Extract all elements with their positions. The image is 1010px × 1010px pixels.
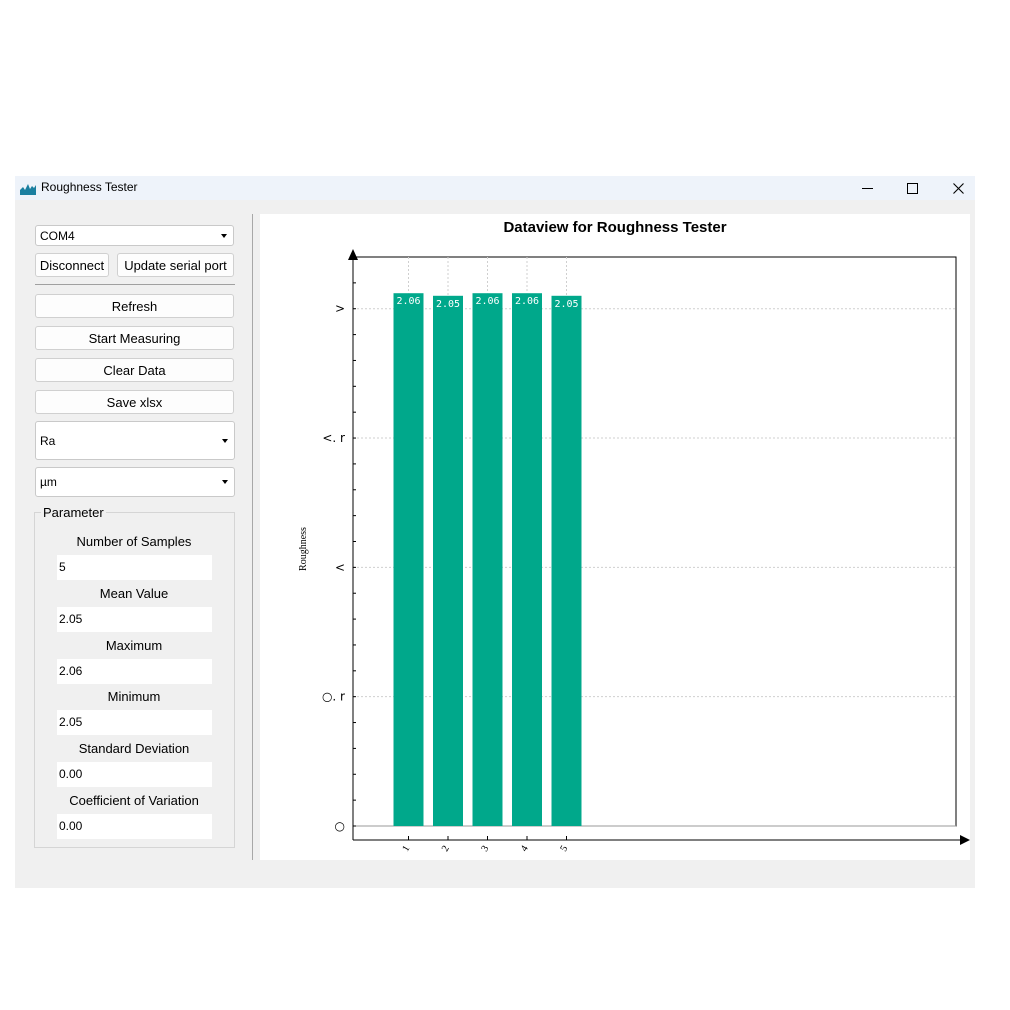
unit-select-value: µm	[40, 475, 57, 489]
maximize-icon	[906, 182, 918, 194]
x-tick-label: 1	[400, 844, 412, 854]
minimum-field[interactable]: 2.05	[57, 710, 212, 735]
splitter[interactable]	[252, 214, 253, 860]
start-measuring-button[interactable]: Start Measuring	[35, 326, 234, 350]
y-tick-label: ○. r	[322, 690, 345, 704]
bar-value-label: 2.05	[554, 299, 578, 310]
save-xlsx-button[interactable]: Save xlsx	[35, 390, 234, 414]
y-tick-label: ○	[335, 819, 345, 833]
minimize-button[interactable]	[844, 176, 890, 200]
minimum-label: Minimum	[107, 689, 161, 704]
separator	[35, 284, 235, 285]
bar-value-label: 2.06	[475, 296, 499, 307]
y-tick-label: <	[335, 560, 345, 574]
maximum-field[interactable]: 2.06	[57, 659, 212, 684]
samples-label: Number of Samples	[76, 534, 192, 549]
unit-select[interactable]: µm	[35, 467, 235, 497]
close-button[interactable]	[935, 176, 981, 200]
cv-field[interactable]: 0.00	[57, 814, 212, 839]
bar	[472, 293, 503, 826]
x-axis-arrow	[960, 835, 970, 845]
y-tick-label: >	[335, 302, 345, 316]
bar-value-label: 2.06	[396, 296, 420, 307]
app-window: Roughness Tester COM4 Disconnect Update …	[15, 176, 975, 888]
clear-data-button[interactable]: Clear Data	[35, 358, 234, 382]
parameter-select-value: Ra	[40, 433, 56, 448]
y-axis-arrow	[348, 249, 358, 260]
title-bar: Roughness Tester	[15, 176, 975, 200]
chart-panel: Dataview for Roughness Tester Roughness …	[260, 214, 970, 860]
update-serial-port-button[interactable]: Update serial port	[117, 253, 234, 277]
bar-chart: Dataview for Roughness Tester Roughness …	[298, 219, 970, 854]
chart-app-icon	[20, 184, 36, 195]
control-panel: COM4 Disconnect Update serial port Refre…	[15, 200, 250, 888]
bar	[512, 293, 542, 826]
maximize-button[interactable]	[889, 176, 935, 200]
chevron-down-icon	[222, 480, 228, 484]
bar	[393, 293, 424, 826]
std-dev-field[interactable]: 0.00	[57, 762, 212, 787]
window-title: Roughness Tester	[41, 180, 138, 194]
x-tick-label: 2	[440, 844, 452, 854]
y-axis-label: Roughness	[298, 527, 309, 571]
x-tick-label: 3	[479, 844, 491, 854]
serial-port-value: COM4	[40, 228, 75, 243]
minimize-icon	[861, 187, 873, 189]
mean-field[interactable]: 2.05	[57, 607, 212, 632]
bar-value-label: 2.05	[436, 299, 460, 310]
y-tick-label: <. r	[322, 431, 345, 445]
serial-port-select[interactable]: COM4	[35, 225, 234, 246]
chevron-down-icon	[221, 233, 227, 238]
close-icon	[952, 182, 964, 194]
maximum-label: Maximum	[105, 638, 163, 653]
refresh-button[interactable]: Refresh	[35, 294, 234, 318]
bar	[433, 295, 463, 826]
mean-label: Mean Value	[99, 586, 169, 601]
samples-field[interactable]: 5	[57, 555, 212, 580]
parameter-group-title: Parameter	[41, 505, 106, 520]
std-dev-label: Standard Deviation	[78, 741, 190, 756]
x-tick-label: 4	[519, 844, 531, 854]
x-tick-label: 5	[558, 844, 570, 854]
bar	[551, 295, 582, 826]
chart-title: Dataview for Roughness Tester	[503, 219, 726, 236]
chevron-down-icon	[222, 438, 228, 443]
cv-label: Coefficient of Variation	[69, 793, 199, 808]
bar-value-label: 2.06	[515, 296, 539, 307]
parameter-select[interactable]: Ra	[35, 421, 235, 460]
disconnect-button[interactable]: Disconnect	[35, 253, 109, 277]
